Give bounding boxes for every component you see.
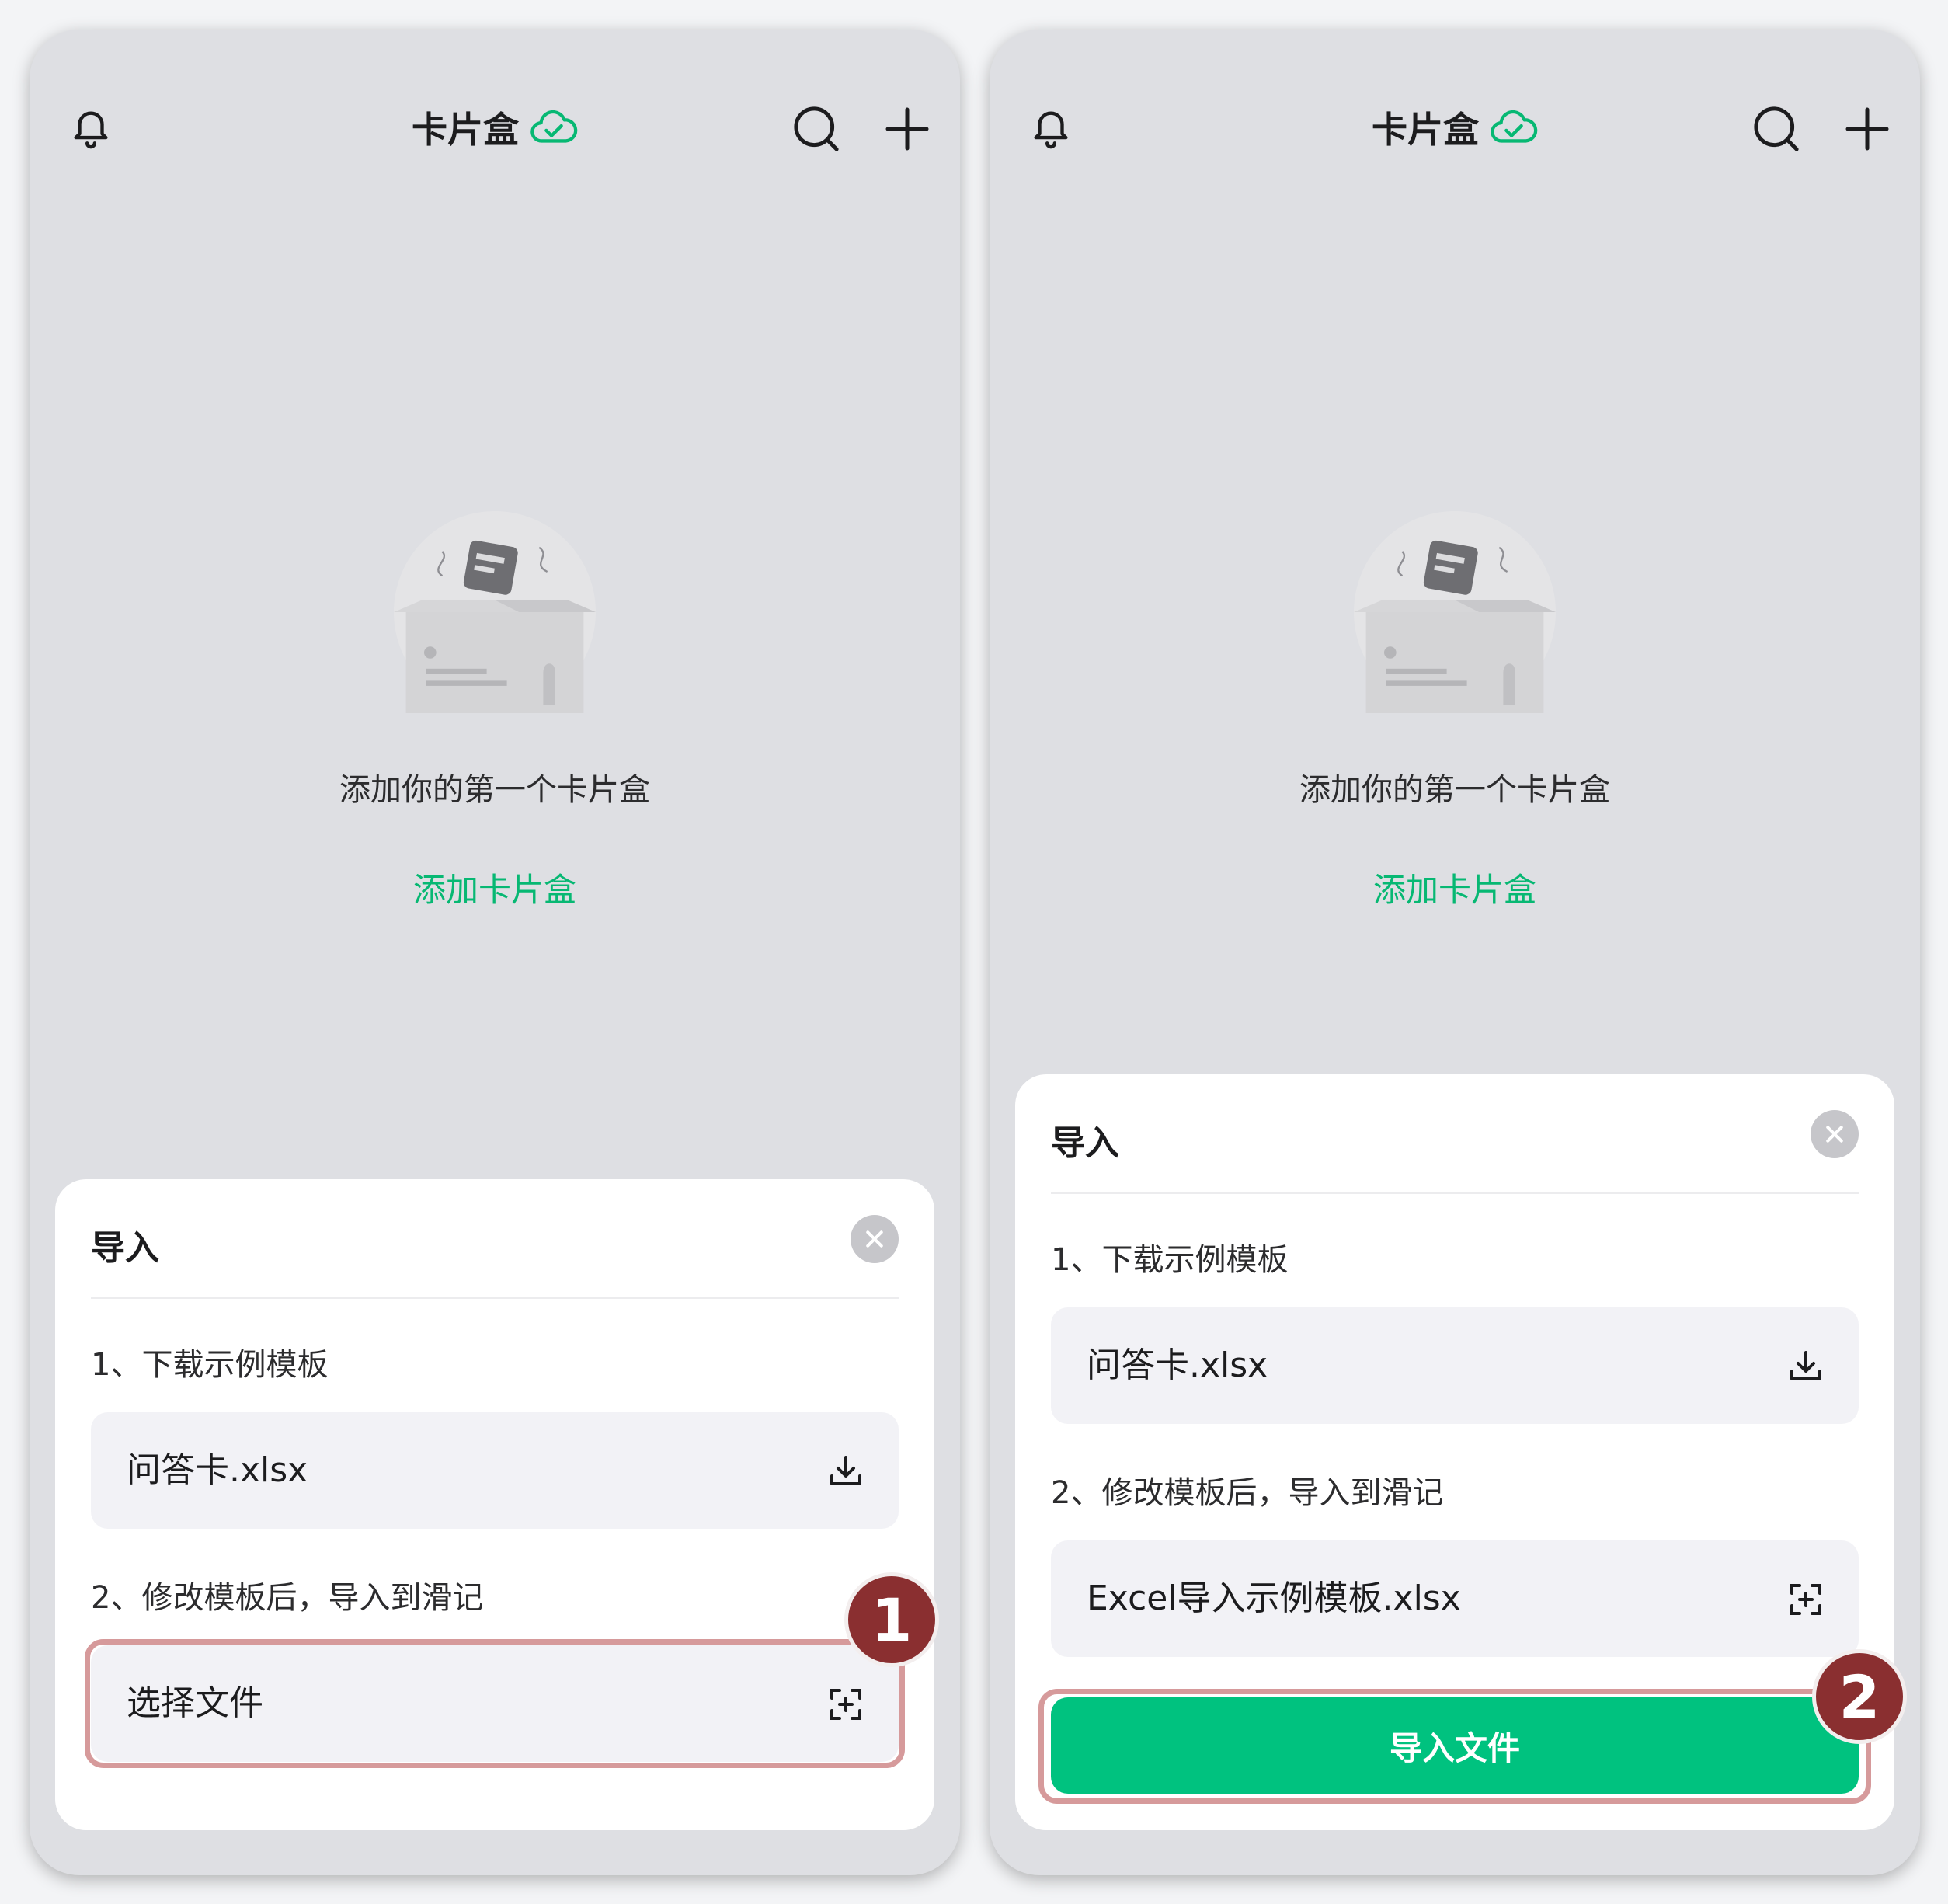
phone-screen-left: 卡片盒 添加你的第一个卡片盒 添加卡片盒 今日 卡片 社区 我的 [30, 30, 960, 1875]
close-button[interactable] [851, 1215, 899, 1263]
selected-file-row[interactable]: Excel导入示例模板.xlsx [1051, 1540, 1859, 1657]
template-file-name: 问答卡.xlsx [127, 1450, 308, 1490]
plus-icon[interactable] [1844, 106, 1891, 152]
top-bar: 卡片盒 [990, 75, 1920, 180]
select-file-icon[interactable] [1787, 1581, 1825, 1618]
close-icon [1826, 1126, 1843, 1143]
template-file-row[interactable]: 问答卡.xlsx [1051, 1307, 1859, 1424]
template-file-row[interactable]: 问答卡.xlsx [91, 1412, 899, 1529]
add-card-box-link[interactable]: 添加卡片盒 [30, 864, 960, 911]
sheet-title: 导入 [1051, 1123, 1119, 1163]
empty-message: 添加你的第一个卡片盒 [339, 772, 650, 808]
step-2-label: 2、修改模板后，导入到滑记 [91, 1580, 484, 1616]
highlight-frame [1038, 1689, 1871, 1804]
empty-box-illustration [394, 511, 596, 713]
empty-message: 添加你的第一个卡片盒 [1299, 772, 1610, 808]
download-icon[interactable] [827, 1453, 864, 1490]
divider [91, 1297, 899, 1299]
divider [1051, 1192, 1859, 1194]
search-icon[interactable] [791, 103, 842, 155]
template-file-name: 问答卡.xlsx [1087, 1345, 1268, 1385]
step-badge-2: 2 [1812, 1649, 1907, 1744]
step-1-label: 1、下载示例模板 [1051, 1242, 1289, 1278]
selected-file-name: Excel导入示例模板.xlsx [1087, 1579, 1461, 1618]
page-title: 卡片盒 [1372, 109, 1479, 151]
phone-screen-right: 卡片盒 添加你的第一个卡片盒 添加卡片盒 今日 卡片 社区 我的 [990, 30, 1920, 1875]
plus-icon[interactable] [884, 106, 931, 152]
cloud-check-icon [530, 110, 578, 143]
step-badge-1: 1 [844, 1572, 939, 1667]
cloud-check-icon [1491, 110, 1538, 143]
import-sheet: 导入 1、下载示例模板 问答卡.xlsx 2、修改模板后，导入到滑记 Excel… [1015, 1074, 1907, 1830]
page-title: 卡片盒 [412, 109, 519, 151]
step-1-label: 1、下载示例模板 [91, 1347, 329, 1383]
add-card-box-link[interactable]: 添加卡片盒 [990, 864, 1920, 911]
close-button[interactable] [1811, 1110, 1859, 1158]
empty-box-illustration [1354, 511, 1556, 713]
import-sheet: 导入 1、下载示例模板 问答卡.xlsx 2、修改模板后，导入到滑记 选择文件 … [55, 1179, 939, 1830]
search-icon[interactable] [1751, 103, 1802, 155]
step-2-label: 2、修改模板后，导入到滑记 [1051, 1475, 1444, 1511]
top-bar: 卡片盒 [30, 75, 960, 180]
close-icon [866, 1230, 883, 1248]
download-icon[interactable] [1787, 1348, 1825, 1385]
sheet-title: 导入 [91, 1228, 159, 1268]
highlight-frame [85, 1639, 905, 1768]
